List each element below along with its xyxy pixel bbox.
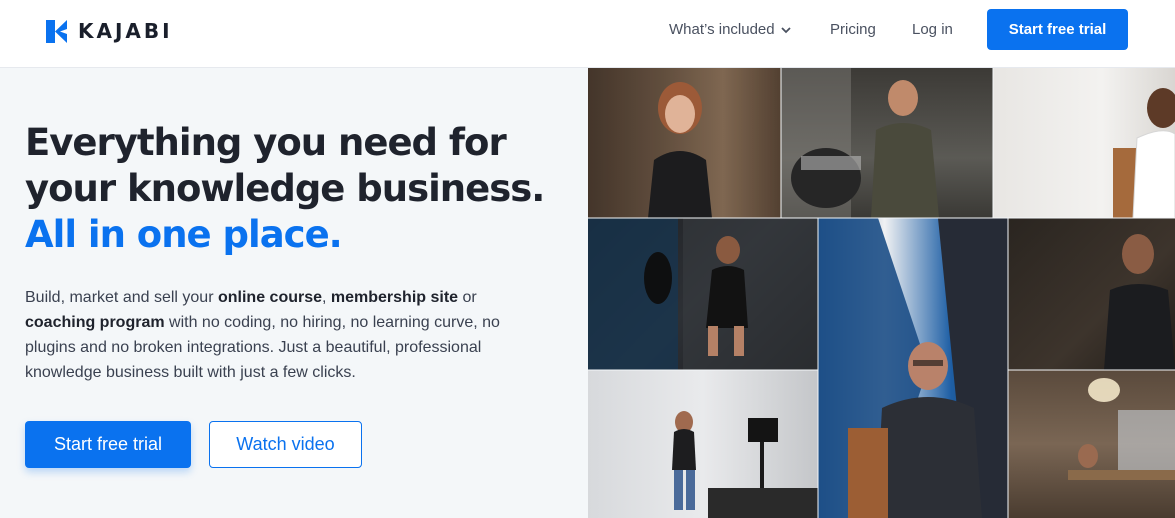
watch-video-button[interactable]: Watch video <box>209 421 362 468</box>
hero-headline: Everything you need for your knowledge b… <box>25 120 585 258</box>
headline-accent: All in one place. <box>25 213 343 256</box>
nav-whats-included[interactable]: What’s included <box>669 20 791 40</box>
nav-login[interactable]: Log in <box>912 20 953 40</box>
desc-text-3: or <box>458 289 477 306</box>
kajabi-logo-icon <box>46 19 67 43</box>
photo-collage <box>588 68 1175 518</box>
kajabi-logo[interactable]: KAJABI <box>46 19 173 43</box>
desc-text-2: , <box>322 289 331 306</box>
desc-online-course: online course <box>217 289 323 306</box>
chevron-down-icon <box>780 26 791 33</box>
headline-line-1: Everything you need for <box>25 121 507 164</box>
hero-description: Build, market and sell your online cours… <box>25 285 550 385</box>
desc-coaching-program: coaching program <box>25 314 165 331</box>
headline-line-2: your knowledge business. <box>25 167 545 210</box>
nav-pricing[interactable]: Pricing <box>830 20 876 40</box>
hero-start-trial-button[interactable]: Start free trial <box>25 421 191 468</box>
brand-name: KAJABI <box>78 19 173 43</box>
desc-membership-site: membership site <box>330 289 459 306</box>
header-start-trial-button[interactable]: Start free trial <box>987 9 1128 50</box>
collage-grid-lines <box>588 68 1175 518</box>
nav-whats-included-label: What’s included <box>669 21 775 38</box>
site-header: KAJABI What’s included Pricing Log in St… <box>0 0 1175 68</box>
hero-section: Everything you need for your knowledge b… <box>0 68 588 518</box>
desc-text-1: Build, market and sell your <box>25 289 218 306</box>
